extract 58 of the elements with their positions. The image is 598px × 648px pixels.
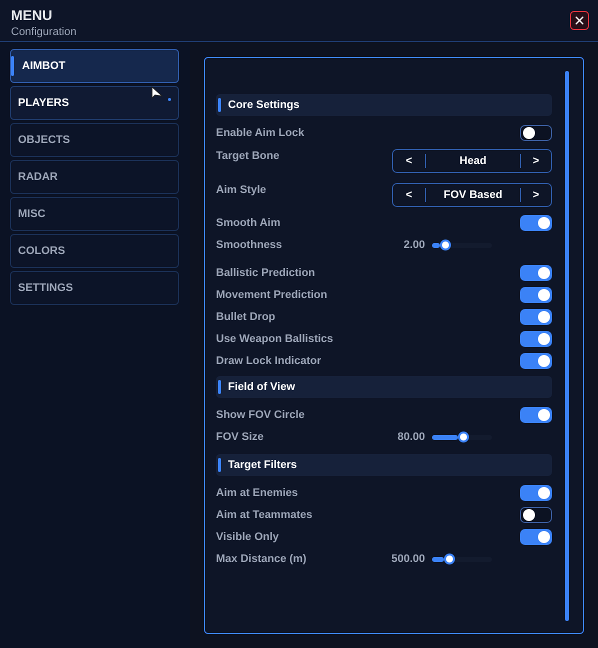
- setting-label: Draw Lock Indicator: [216, 354, 322, 369]
- option-value: FOV Based: [442, 188, 504, 203]
- section-title: Target Filters: [228, 458, 297, 473]
- close-icon: [573, 14, 586, 27]
- setting-label: Aim Style: [216, 183, 266, 198]
- toggle-switch[interactable]: [520, 507, 552, 523]
- next-option-button[interactable]: >: [521, 184, 551, 206]
- setting-label: Use Weapon Ballistics: [216, 332, 334, 347]
- toggle-switch[interactable]: [520, 287, 552, 303]
- setting-label: Aim at Enemies: [216, 486, 298, 501]
- close-button[interactable]: [570, 11, 589, 30]
- setting-label: Target Bone: [216, 149, 280, 164]
- toggle-switch[interactable]: [520, 125, 552, 141]
- option-value: Head: [458, 154, 488, 169]
- sidebar-tab[interactable]: COLORS: [10, 234, 179, 268]
- slider-value: 80.00: [396, 430, 425, 445]
- toggle-switch[interactable]: [520, 353, 552, 369]
- section-title: Core Settings: [228, 98, 300, 113]
- previous-option-button[interactable]: <: [393, 150, 425, 172]
- slider-value: 500.00: [390, 552, 425, 567]
- cursor-icon: [151, 86, 163, 100]
- sidebar-tab[interactable]: OBJECTS: [10, 123, 179, 157]
- setting-label: Visible Only: [216, 530, 279, 545]
- slider-track[interactable]: [432, 556, 492, 562]
- sidebar-tab[interactable]: RADAR: [10, 160, 179, 194]
- toggle-switch[interactable]: [520, 529, 552, 545]
- slider-thumb[interactable]: [440, 240, 451, 250]
- setting-label: Max Distance (m): [216, 552, 306, 567]
- setting-label: Ballistic Prediction: [216, 266, 316, 281]
- slider-track[interactable]: [432, 242, 492, 248]
- next-option-button[interactable]: >: [521, 150, 551, 172]
- toggle-switch[interactable]: [520, 265, 552, 281]
- section-title: Field of View: [228, 380, 296, 395]
- setting-label: FOV Size: [216, 430, 264, 445]
- slider-thumb[interactable]: [444, 554, 455, 564]
- setting-label: Smoothness: [216, 238, 282, 253]
- slider-value: 2.00: [402, 238, 425, 253]
- sidebar-tab[interactable]: AIMBOT: [10, 49, 179, 83]
- setting-label: Aim at Teammates: [216, 508, 312, 523]
- sidebar-tab[interactable]: MISC: [10, 197, 179, 231]
- slider-thumb[interactable]: [458, 432, 469, 442]
- previous-option-button[interactable]: <: [393, 184, 425, 206]
- setting-label: Smooth Aim: [216, 216, 280, 231]
- toggle-switch[interactable]: [520, 407, 552, 423]
- setting-label: Bullet Drop: [216, 310, 276, 325]
- sidebar-tab[interactable]: PLAYERS: [10, 86, 179, 120]
- toggle-switch[interactable]: [520, 215, 552, 231]
- toggle-switch[interactable]: [520, 485, 552, 501]
- toggle-switch[interactable]: [520, 331, 552, 347]
- window-title: MENU: [11, 7, 54, 23]
- setting-label: Movement Prediction: [216, 288, 328, 303]
- slider-track[interactable]: [432, 434, 492, 440]
- sidebar-tab[interactable]: SETTINGS: [10, 271, 179, 305]
- window-subtitle: Configuration: [11, 25, 76, 39]
- scrollbar[interactable]: [565, 71, 569, 621]
- toggle-switch[interactable]: [520, 309, 552, 325]
- setting-label: Enable Aim Lock: [216, 126, 304, 141]
- setting-label: Show FOV Circle: [216, 408, 305, 423]
